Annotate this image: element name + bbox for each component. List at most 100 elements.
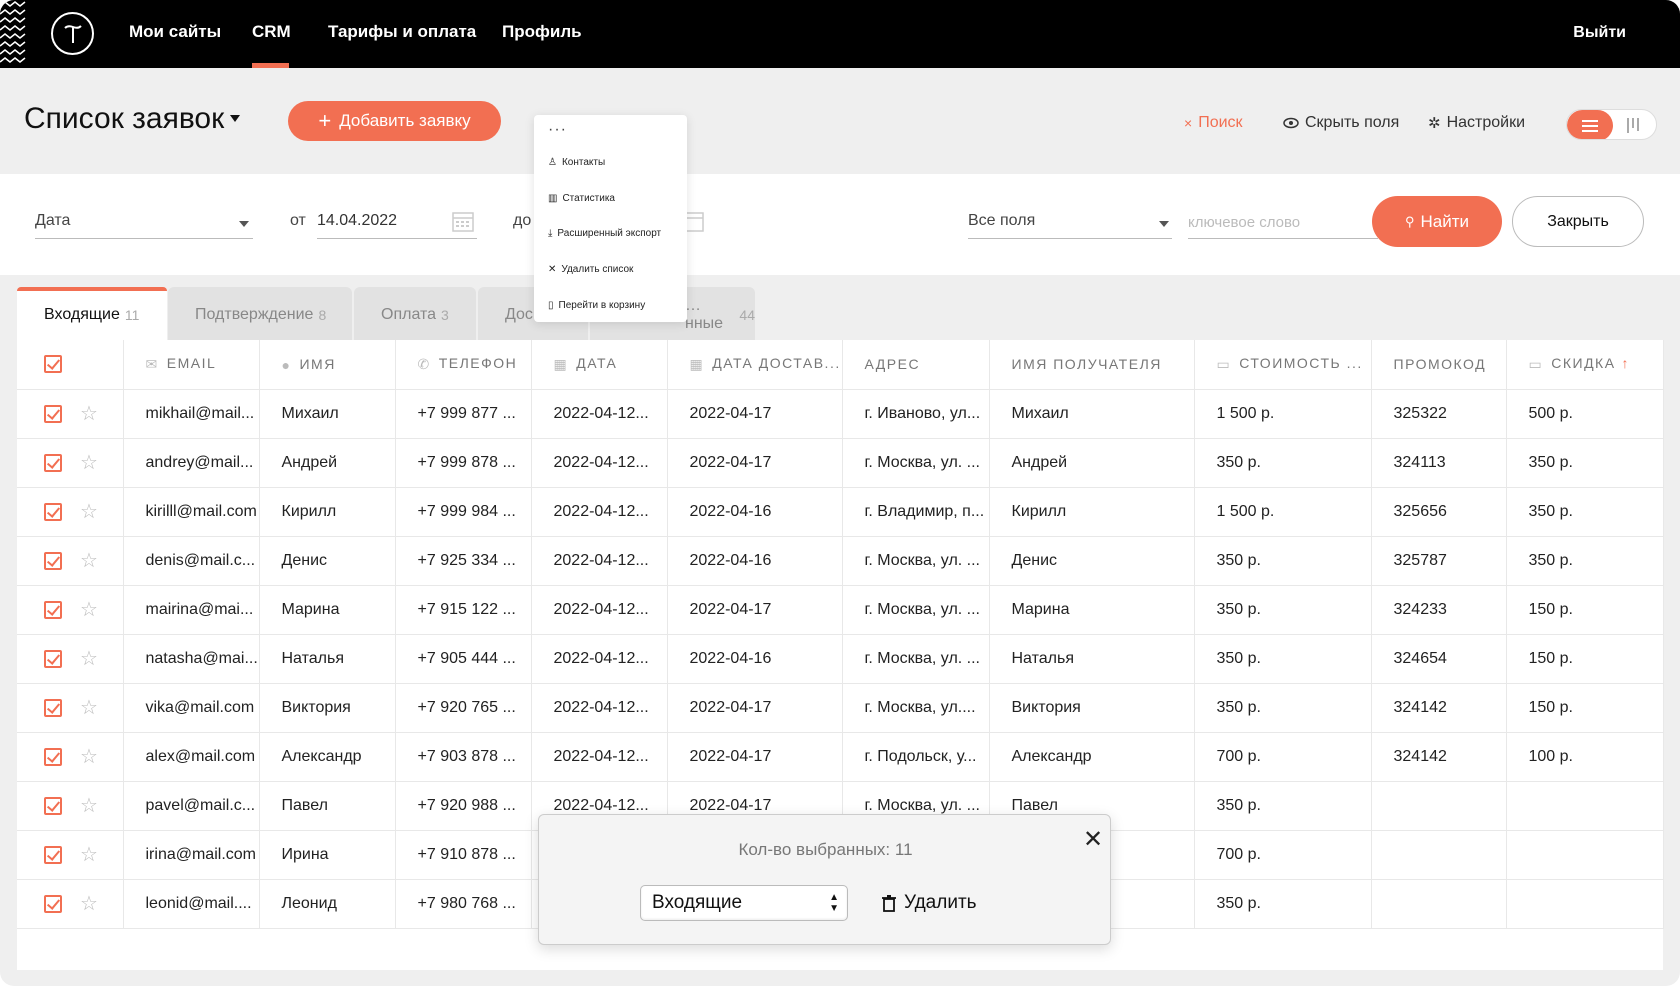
move-to-status-select[interactable]: Входящие ▲ ▼ [640,885,848,921]
menu-item-delete-list[interactable]: ✕ Удалить список [548,264,633,275]
add-request-button[interactable]: + Добавить заявку [288,101,501,141]
col-date[interactable]: ▦ ДАТА [531,340,668,390]
table-cell[interactable]: 2022-04-16 [667,634,843,684]
table-cell[interactable]: 350 р. [1506,438,1664,488]
table-cell[interactable]: Виктория [259,683,396,733]
star-icon[interactable]: ☆ [80,548,98,573]
row-checkbox[interactable] [44,551,62,570]
table-cell[interactable]: +7 905 444 ... [395,634,532,684]
table-cell[interactable]: г. Подольск, у... [842,732,990,782]
table-cell[interactable]: г. Москва, ул. ... [842,634,990,684]
col-address[interactable]: АДРЕС [842,340,990,390]
star-icon[interactable]: ☆ [80,744,98,769]
row-checkbox[interactable] [44,747,62,766]
col-delivery-date[interactable]: ▦ ДАТА ДОСТАВ... [667,340,843,390]
table-cell[interactable]: 2022-04-16 [667,536,843,586]
table-cell[interactable]: irina@mail.com [123,830,260,880]
table-cell[interactable]: +7 920 765 ... [395,683,532,733]
nav-my-sites[interactable]: Мои сайты [129,22,221,42]
table-cell[interactable]: 2022-04-12... [531,438,668,488]
col-email[interactable]: ✉ EMAIL [123,340,260,390]
table-cell[interactable]: 350 р. [1506,487,1664,537]
tab-incoming[interactable]: Входящие 11 [17,287,167,342]
table-cell[interactable]: 150 р. [1506,585,1664,635]
tab-confirmation[interactable]: Подтверждение 8 [168,287,352,342]
fields-select[interactable]: Все поля [968,212,1035,230]
nav-profile[interactable]: Профиль [502,22,582,42]
table-cell[interactable]: Наталья [989,634,1195,684]
star-icon[interactable]: ☆ [80,891,98,916]
table-cell[interactable]: pavel@mail.c... [123,781,260,831]
table-cell[interactable]: Кирилл [989,487,1195,537]
table-cell[interactable]: Михаил [989,389,1195,439]
table-cell[interactable]: +7 999 878 ... [395,438,532,488]
close-icon[interactable]: ✕ [1083,825,1103,854]
table-cell[interactable]: Марина [259,585,396,635]
row-checkbox[interactable] [44,649,62,668]
table-cell[interactable]: 325787 [1371,536,1507,586]
date-from-input[interactable]: 14.04.2022 [317,212,397,230]
row-checkbox[interactable] [44,845,62,864]
table-row[interactable]: ☆ denis@mail.c... Денис +7 925 334 ... 2022-… [17,536,1664,586]
title-dropdown-caret[interactable] [230,115,240,122]
table-cell[interactable]: 350 р. [1194,879,1372,929]
table-cell[interactable]: 2022-04-12... [531,634,668,684]
table-cell[interactable]: 2022-04-12... [531,536,668,586]
table-cell[interactable]: Александр [989,732,1195,782]
col-recipient[interactable]: ИМЯ ПОЛУЧАТЕЛЯ [989,340,1195,390]
date-field-select[interactable]: Дата [35,212,70,230]
table-cell[interactable]: 2022-04-12... [531,585,668,635]
table-cell[interactable]: г. Москва, ул.... [842,683,990,733]
table-cell[interactable]: 1 500 р. [1194,389,1372,439]
table-cell[interactable]: 2022-04-17 [667,389,843,439]
table-cell[interactable]: +7 925 334 ... [395,536,532,586]
menu-item-statistics[interactable]: ▥ Статистика [548,193,615,204]
table-cell[interactable]: 2022-04-16 [667,487,843,537]
table-cell[interactable]: Ирина [259,830,396,880]
table-cell[interactable] [1371,879,1507,929]
keyword-input[interactable]: ключевое слово [1188,214,1300,231]
table-cell[interactable]: 350 р. [1194,683,1372,733]
table-row[interactable]: ☆ kirilll@mail.com Кирилл +7 999 984 ... 202… [17,487,1664,537]
table-row[interactable]: ☆ natasha@mai... Наталья +7 905 444 ... 2022… [17,634,1664,684]
table-cell[interactable]: Михаил [259,389,396,439]
page-title[interactable]: Список заявок [24,102,224,136]
table-cell[interactable] [1506,879,1664,929]
col-discount[interactable]: ▭ СКИДКА ↑ [1506,340,1664,390]
view-toggle[interactable] [1566,109,1657,140]
table-cell[interactable]: 350 р. [1506,536,1664,586]
sort-asc-icon[interactable]: ↑ [1622,355,1631,371]
row-checkbox[interactable] [44,894,62,913]
delete-selected-button[interactable]: Удалить [882,892,977,914]
menu-item-trash[interactable]: ▯ Перейти в корзину [548,300,645,311]
table-cell[interactable]: 150 р. [1506,634,1664,684]
row-checkbox[interactable] [44,600,62,619]
col-promocode[interactable]: ПРОМОКОД [1371,340,1507,390]
table-cell[interactable]: Андрей [989,438,1195,488]
table-cell[interactable]: 324654 [1371,634,1507,684]
table-row[interactable]: ☆ andrey@mail... Андрей +7 999 878 ... 2022-… [17,438,1664,488]
table-cell[interactable]: +7 910 878 ... [395,830,532,880]
star-icon[interactable]: ☆ [80,646,98,671]
table-cell[interactable]: 324142 [1371,732,1507,782]
tab-payment[interactable]: Оплата 3 [354,287,476,342]
table-cell[interactable]: +7 980 768 ... [395,879,532,929]
table-row[interactable]: ☆ vika@mail.com Виктория +7 920 765 ... 2022… [17,683,1664,733]
table-cell[interactable]: 350 р. [1194,438,1372,488]
table-cell[interactable]: г. Москва, ул. ... [842,585,990,635]
table-cell[interactable]: 350 р. [1194,634,1372,684]
table-cell[interactable]: 150 р. [1506,683,1664,733]
table-cell[interactable]: 324142 [1371,683,1507,733]
star-icon[interactable]: ☆ [80,695,98,720]
table-cell[interactable]: Наталья [259,634,396,684]
nav-tariffs[interactable]: Тарифы и оплата [328,22,476,42]
table-cell[interactable]: 325322 [1371,389,1507,439]
table-cell[interactable]: vika@mail.com [123,683,260,733]
table-cell[interactable]: Виктория [989,683,1195,733]
table-cell[interactable]: 350 р. [1194,585,1372,635]
table-cell[interactable]: 1 500 р. [1194,487,1372,537]
table-cell[interactable]: Кирилл [259,487,396,537]
table-cell[interactable]: 2022-04-12... [531,389,668,439]
table-cell[interactable]: natasha@mai... [123,634,260,684]
select-all-checkbox[interactable] [44,355,62,374]
